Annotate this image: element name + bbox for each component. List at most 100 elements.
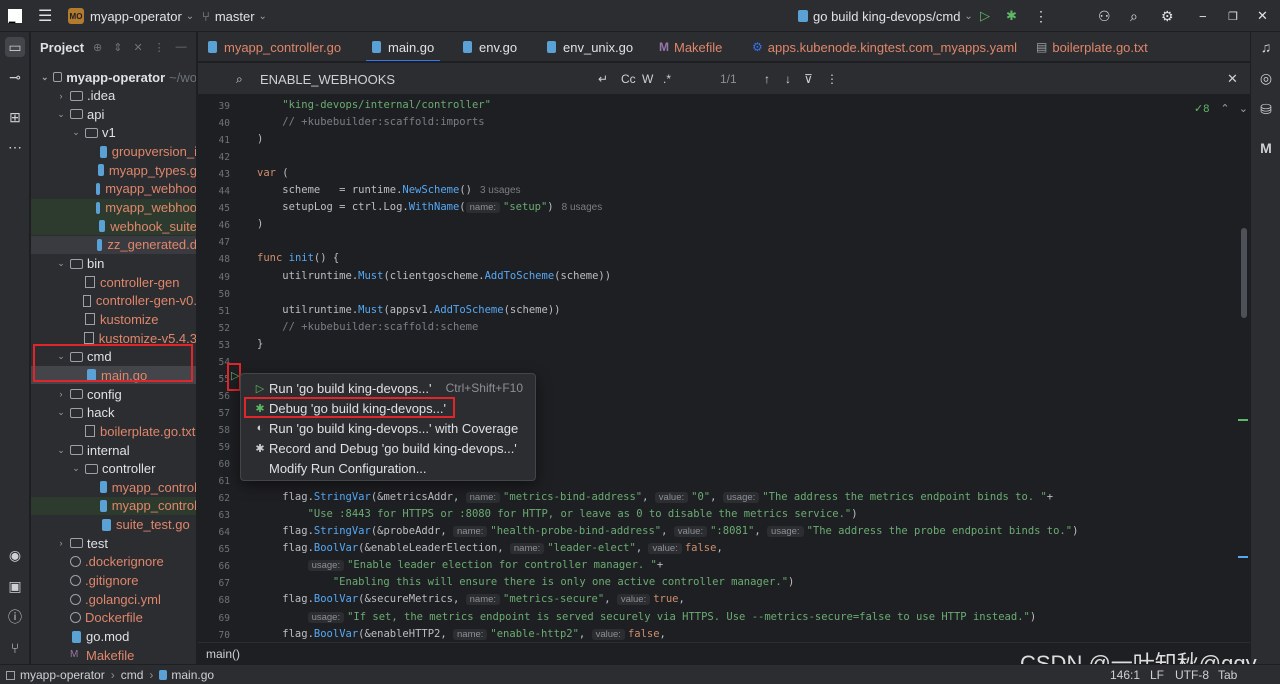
chevron-down-icon[interactable]: ⌄ (41, 72, 49, 83)
whole-words-toggle[interactable]: W (642, 63, 653, 95)
editor-tab[interactable]: ▤ boilerplate.go.txt (1036, 32, 1148, 61)
chevron-right-icon[interactable]: › (56, 538, 66, 548)
options-icon[interactable]: ⋮ (154, 41, 165, 54)
tree-file[interactable]: groupversion_i (31, 143, 196, 161)
chevron-down-icon[interactable]: ⌄ (1239, 103, 1248, 115)
tree-file[interactable]: M Makefile (31, 646, 196, 664)
more-tools-icon[interactable]: ⋯ (5, 137, 25, 157)
tree-file[interactable]: .golangci.yml (31, 590, 196, 608)
previous-occurrence-icon[interactable]: ↑ (764, 63, 770, 95)
editor-tab[interactable]: myapp_controller.go (208, 32, 341, 61)
tree-file[interactable]: webhook_suite (31, 217, 196, 236)
settings-gear-icon[interactable]: ⚙ (1161, 0, 1174, 32)
tree-file[interactable]: boilerplate.go.txt (31, 422, 196, 440)
editor-tab[interactable]: env.go (463, 32, 517, 61)
problems-tool-icon[interactable]: ⓘ (5, 607, 25, 627)
editor-tab[interactable]: main.go (365, 32, 441, 61)
more-actions-icon[interactable]: ⋮ (1034, 0, 1048, 32)
tree-file[interactable]: .gitignore (31, 572, 196, 590)
indent-setting[interactable]: Tab (1218, 665, 1237, 684)
chevron-down-icon[interactable]: ⌄ (56, 258, 66, 269)
match-case-toggle[interactable]: Cc (621, 63, 636, 95)
tree-folder[interactable]: ⌄ myapp-operator ~/wo (31, 68, 196, 86)
tree-file[interactable]: myapp_webhoo (31, 180, 196, 198)
chevron-down-icon[interactable]: ⌄ (71, 127, 81, 138)
tree-file[interactable]: zz_generated.d (31, 235, 196, 254)
editor-tab[interactable]: M Makefile (659, 32, 722, 61)
tree-folder[interactable]: ⌄ v1 (31, 124, 196, 142)
tree-file[interactable]: myapp_control (31, 496, 196, 515)
editor-tab[interactable]: env_unix.go (547, 32, 633, 61)
search-everywhere-icon[interactable]: ⌕ (1130, 0, 1138, 32)
locate-icon[interactable]: ⊕ (93, 41, 102, 54)
debug-icon[interactable]: ✱ (1006, 0, 1017, 32)
next-occurrence-icon[interactable]: ↓ (785, 63, 791, 95)
close-window-icon[interactable]: ✕ (1257, 0, 1268, 32)
tree-file[interactable]: myapp_control (31, 478, 196, 496)
context-menu-item[interactable]: ▷ Run 'go build king-devops...' Ctrl+Shift… (247, 378, 531, 398)
chevron-down-icon[interactable]: ⌄ (56, 109, 66, 120)
close-search-icon[interactable]: ✕ (1227, 63, 1238, 95)
run-config-selector[interactable]: go build king-devops/cmd ⌄ (798, 0, 973, 32)
commit-tool-icon[interactable]: ⊸ (5, 67, 25, 87)
tree-file[interactable]: myapp_types.g (31, 161, 196, 179)
project-switcher[interactable]: MO myapp-operator ⌄ (68, 0, 194, 32)
more-search-options-icon[interactable]: ⋮ (826, 63, 838, 95)
run-icon[interactable]: ▷ (980, 0, 990, 32)
gutter-run-icon[interactable]: ▷ (231, 369, 239, 382)
tree-file[interactable]: kustomize (31, 310, 196, 328)
tree-file[interactable]: controller-gen-v0. (31, 292, 196, 310)
regex-toggle[interactable]: .* (663, 63, 671, 95)
tree-folder[interactable]: ⌄ api (31, 105, 196, 123)
status-breadcrumb[interactable]: myapp-operator › cmd › main.go (6, 665, 214, 684)
hide-icon[interactable]: — (176, 41, 187, 53)
add-user-icon[interactable]: ⚇ (1098, 0, 1111, 32)
services-tool-icon[interactable]: ◉ (5, 545, 25, 565)
context-menu-item[interactable]: Modify Run Configuration... (247, 459, 531, 479)
chevron-right-icon[interactable]: › (56, 91, 66, 101)
terminal-tool-icon[interactable]: ▣ (5, 576, 25, 596)
editor-tab[interactable]: ⚙ apps.kubenode.kingtest.com_myapps.yaml (752, 32, 1017, 61)
file-encoding[interactable]: UTF-8 (1175, 665, 1209, 684)
tree-folder[interactable]: › test (31, 534, 196, 552)
editor-scrollbar[interactable] (1241, 228, 1247, 318)
main-menu-icon[interactable]: ☰ (38, 0, 52, 32)
chevron-up-icon[interactable]: ⌃ (1220, 103, 1229, 115)
code-editor[interactable]: 39 "king-devops/internal/controller" 40 /… (198, 96, 1250, 642)
restore-icon[interactable]: ❐ (1228, 0, 1238, 32)
expand-all-icon[interactable]: ⇕ (113, 41, 122, 54)
database-icon[interactable]: ⛁ (1256, 99, 1276, 119)
tree-file[interactable]: Dockerfile (31, 609, 196, 627)
filter-icon[interactable]: ⊽ (804, 63, 813, 95)
chevron-down-icon[interactable]: ⌄ (56, 407, 66, 418)
git-tool-icon[interactable]: ⑂ (5, 638, 25, 658)
make-tool-icon[interactable]: M (1256, 138, 1276, 158)
tree-file[interactable]: suite_test.go (31, 516, 196, 534)
tree-file[interactable]: .dockerignore (31, 553, 196, 571)
tree-folder[interactable]: ⌄ bin (31, 255, 196, 273)
tree-folder[interactable]: ⌄ internal (31, 441, 196, 459)
chevron-right-icon[interactable]: › (56, 389, 66, 399)
inspection-status[interactable]: ✓8 ⌃ ⌄ (1194, 102, 1248, 115)
tree-file[interactable]: myapp_webhoo (31, 198, 196, 217)
cursor-position[interactable]: 146:1 (1110, 665, 1140, 684)
collapse-all-icon[interactable]: ✕ (133, 41, 142, 54)
structure-tool-icon[interactable]: ⊞ (5, 107, 25, 127)
project-tool-icon[interactable]: ▭ (5, 37, 25, 57)
new-line-icon[interactable]: ↵ (598, 63, 608, 95)
context-menu-item[interactable]: ◐ Run 'go build king-devops...' with Cove… (247, 418, 531, 438)
line-separator[interactable]: LF (1150, 665, 1164, 684)
ai-assistant-icon[interactable]: ◎ (1256, 68, 1276, 88)
tree-folder[interactable]: ⌄ hack (31, 404, 196, 422)
search-input[interactable]: ENABLE_WEBHOOKS (260, 63, 395, 95)
branch-switcher[interactable]: ⑂ master ⌄ (202, 0, 267, 32)
tree-folder[interactable]: › config (31, 385, 196, 403)
context-menu-item[interactable]: ✱ Record and Debug 'go build king-devops.… (247, 439, 531, 459)
chevron-down-icon[interactable]: ⌄ (56, 445, 66, 456)
tree-folder[interactable]: ⌄ controller (31, 460, 196, 478)
chevron-down-icon[interactable]: ⌄ (71, 463, 81, 474)
tree-file[interactable]: go.mod (31, 628, 196, 646)
notifications-icon[interactable]: ♫ (1256, 37, 1276, 57)
tree-folder[interactable]: › .idea (31, 87, 196, 105)
tree-file[interactable]: controller-gen (31, 273, 196, 291)
